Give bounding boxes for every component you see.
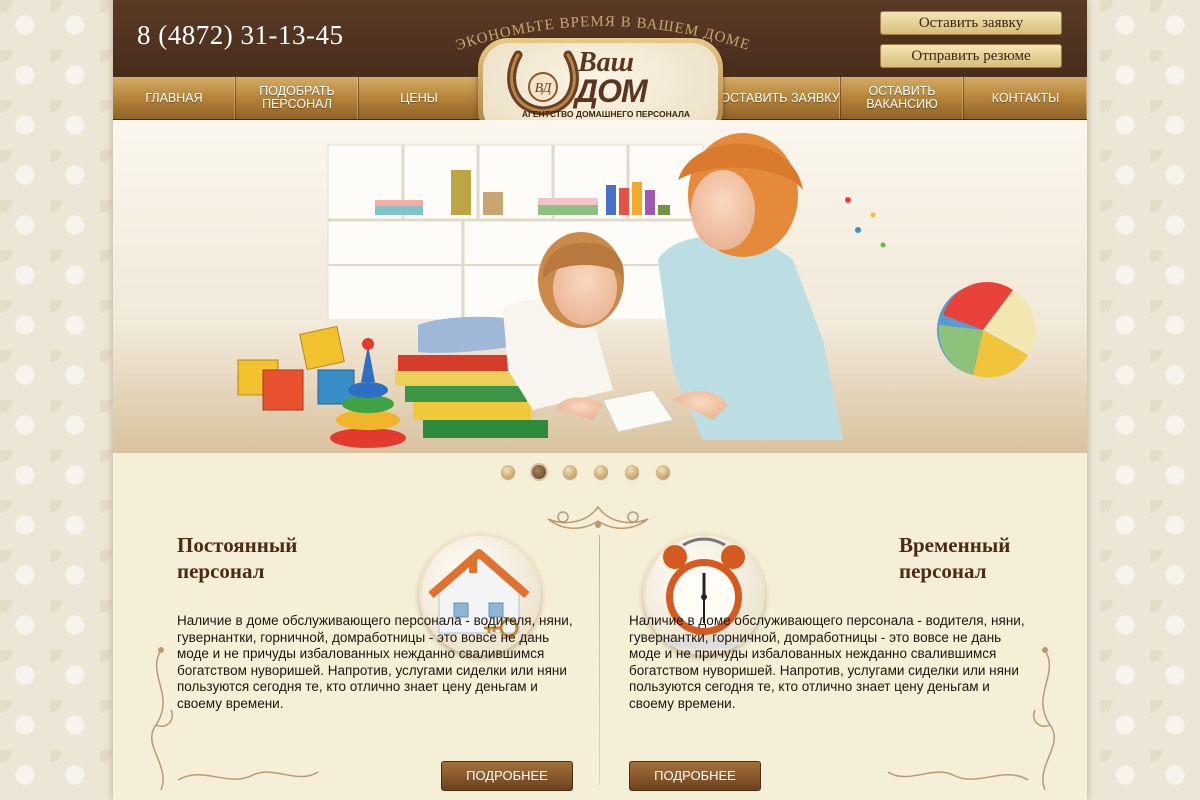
header: 8 (4872) 31-13-45 ЭКОНОМЬТЕ ВРЕМЯ В ВАШЕ… — [113, 0, 1087, 140]
permanent-staff-text: Наличие в доме обслуживающего персонала … — [177, 613, 573, 711]
hero-slider[interactable] — [113, 120, 1087, 453]
temporary-title-line1: Временный — [899, 533, 1011, 557]
logo-monogram: ВД — [535, 81, 553, 96]
bottom-right-ornament — [887, 771, 1029, 781]
slider-dot[interactable] — [594, 465, 608, 479]
bottom-left-ornament — [177, 771, 319, 781]
nav-item-prices[interactable]: ЦЕНЫ — [359, 77, 480, 119]
temporary-staff-text: Наличие в доме обслуживающего персонала … — [629, 613, 1025, 711]
slider-dot-active[interactable] — [532, 465, 546, 479]
slider-dot[interactable] — [656, 465, 670, 479]
slider-dot[interactable] — [563, 465, 577, 479]
phone-number: 8 (4872) 31-13-45 — [137, 20, 344, 50]
slider-dot[interactable] — [501, 465, 515, 479]
logo-word-dom: ДОМ — [575, 73, 648, 109]
nav-item-leave-request[interactable]: ОСТАВИТЬ ЗАЯВКУ — [720, 77, 841, 119]
temporary-staff-title: Временный персонал — [899, 532, 1010, 584]
logo-subtitle: АГЕНТСТВО ДОМАШНЕГО ПЕРСОНАЛА — [521, 109, 691, 119]
send-resume-button[interactable]: Отправить резюме — [880, 44, 1062, 68]
nav-item-leave-vacancy[interactable]: ОСТАВИТЬ ВАКАНСИЮ — [841, 77, 964, 119]
top-ornament — [547, 505, 649, 529]
shelves — [327, 144, 704, 321]
permanent-title-line1: Постоянный — [177, 533, 298, 557]
slider-pagination — [501, 465, 670, 479]
slider-dot[interactable] — [625, 465, 639, 479]
hero-image — [113, 133, 1087, 453]
leave-request-button[interactable]: Оставить заявку — [880, 11, 1062, 35]
nav-item-home[interactable]: ГЛАВНАЯ — [113, 77, 236, 119]
horseshoe-icon: ВД — [507, 50, 579, 116]
nav-item-contacts[interactable]: КОНТАКТЫ — [964, 77, 1087, 119]
temporary-more-button[interactable]: ПОДРОБНЕЕ — [629, 761, 761, 791]
permanent-title-line2: персонал — [177, 559, 265, 583]
nav-item-select-staff[interactable]: ПОДОБРАТЬ ПЕРСОНАЛ — [236, 77, 359, 119]
permanent-more-button[interactable]: ПОДРОБНЕЕ — [441, 761, 573, 791]
temporary-title-line2: персонал — [899, 559, 987, 583]
column-divider — [599, 535, 600, 785]
permanent-staff-title: Постоянный персонал — [177, 532, 297, 584]
page-container: 8 (4872) 31-13-45 ЭКОНОМЬТЕ ВРЕМЯ В ВАШЕ… — [113, 0, 1087, 800]
